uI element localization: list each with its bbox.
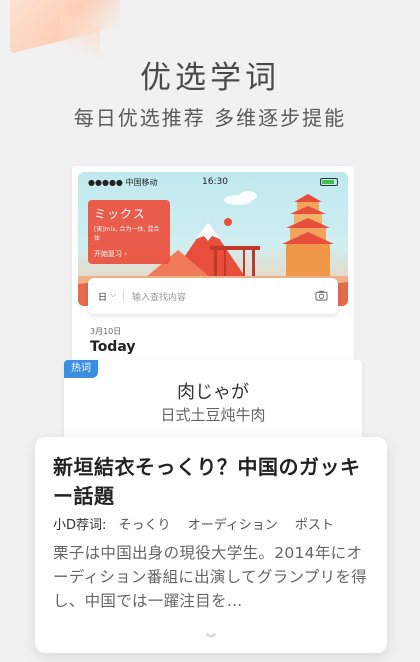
hot-word-badge: 热词: [64, 360, 98, 378]
review-definition: [寅]mix, 合为一体, 混合体: [94, 226, 160, 242]
today-heading: Today: [90, 339, 136, 355]
recommended-words-label: 小D荐词:: [53, 518, 107, 533]
status-bar: ●●●●● 中国移动 16:30: [78, 174, 348, 190]
review-card[interactable]: ミックス [寅]mix, 合为一体, 混合体 开始复习 ›: [88, 200, 170, 264]
search-input[interactable]: 输入查找内容: [132, 290, 186, 303]
word-tag[interactable]: ポスト: [295, 518, 334, 533]
review-word: ミックス: [94, 207, 146, 221]
start-review-button[interactable]: 开始复习 ›: [94, 249, 164, 259]
carrier-label: ●●●●● 中国移动: [88, 178, 158, 187]
news-card[interactable]: 新垣結衣そっくり？中国のガッキー話題 小D荐词: そっくり オーディション ポス…: [35, 437, 387, 653]
expand-chevron-icon[interactable]: ︾: [35, 630, 387, 645]
word-tag[interactable]: オーディション: [188, 518, 278, 533]
hot-word-card[interactable]: 热词 肉じゃが 日式土豆炖牛肉: [64, 360, 362, 446]
news-excerpt: 栗子は中国出身の現役大学生。2014年にオーディション番組に出演してグランプリを…: [53, 544, 367, 610]
word-tag[interactable]: そっくり: [119, 518, 171, 533]
camera-icon[interactable]: [315, 289, 328, 302]
language-selector[interactable]: 日: [98, 290, 107, 303]
chevron-down-icon: ⌵: [110, 290, 117, 299]
clock: 16:30: [202, 177, 228, 187]
search-bar[interactable]: 日 ⌵ 输入查找内容: [88, 278, 338, 314]
recommended-words: 小D荐词: そっくり オーディション ポスト: [53, 514, 347, 533]
phone-preview: ●●●●● 中国移动 16:30 ミックス [寅]mix, 合为一体, 混合体 …: [72, 166, 354, 366]
hot-word: 肉じゃが: [177, 382, 249, 403]
hot-word-meaning: 日式土豆炖牛肉: [160, 406, 266, 424]
battery-icon: [320, 178, 338, 186]
page-subtitle: 每日优选推荐 多维逐步提能: [73, 106, 347, 130]
divider: [123, 290, 124, 301]
date-label: 3月10日: [90, 327, 122, 336]
page-title: 优选学词: [140, 60, 280, 96]
news-title[interactable]: 新垣結衣そっくり？中国のガッキー話題: [53, 453, 375, 511]
